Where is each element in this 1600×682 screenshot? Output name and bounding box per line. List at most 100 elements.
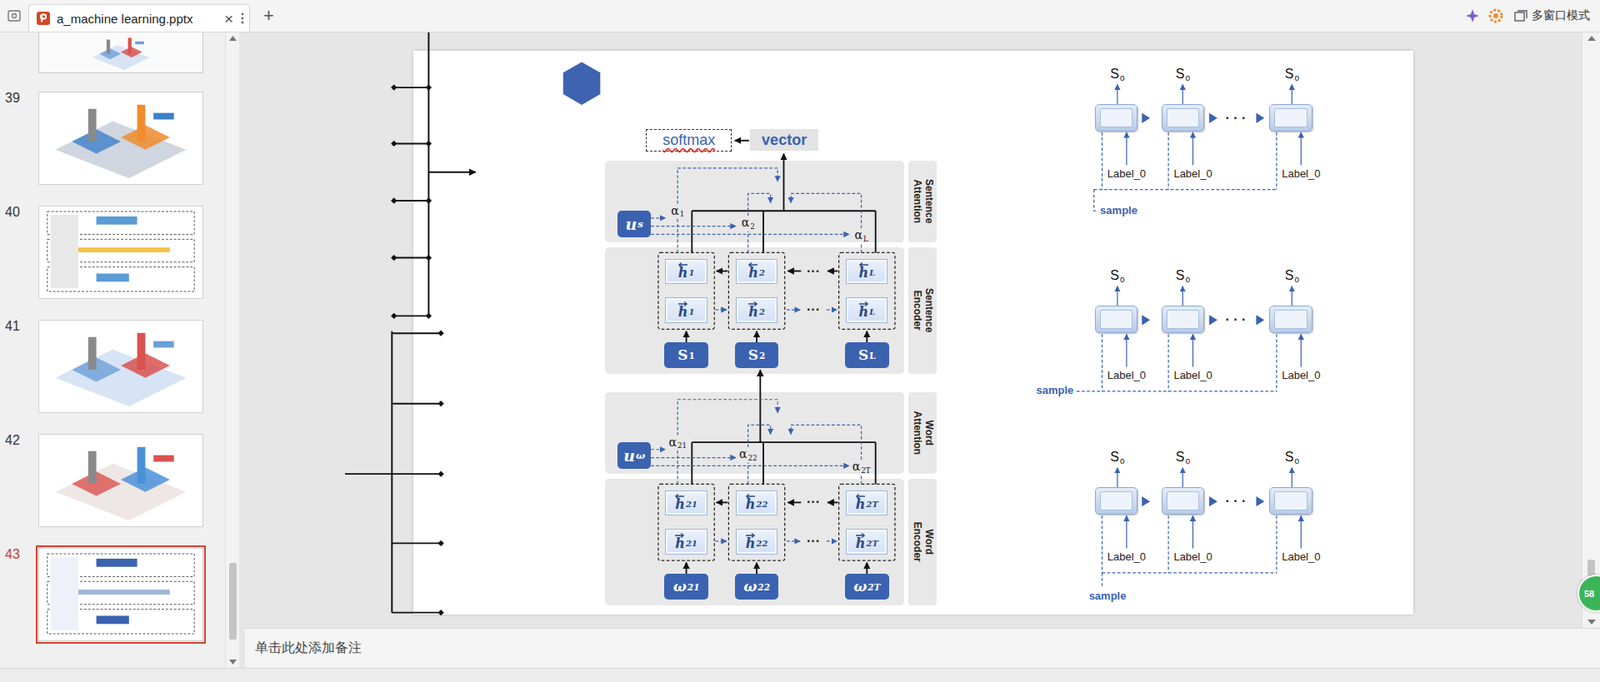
right-arrow-icon	[745, 533, 755, 539]
forward-state: h2T	[845, 529, 888, 555]
decoder-cell	[1161, 305, 1205, 334]
window-icon	[1514, 10, 1528, 22]
tab-close-button[interactable]: ×	[222, 10, 235, 27]
slide-preview	[39, 32, 203, 73]
decoder-label: Label_0	[1173, 369, 1212, 382]
forward-state: h21	[665, 529, 707, 555]
decoder-output: S0	[1175, 450, 1190, 465]
decoder-output: S0	[1175, 67, 1190, 81]
attention-label-panel: Sentence Attention	[908, 160, 937, 243]
backward-state: h1	[665, 259, 707, 285]
left-arrow-icon	[745, 494, 755, 500]
multi-window-button[interactable]: 多窗口模式	[1510, 0, 1594, 32]
decoder-cell	[1269, 104, 1312, 132]
level-connections	[650, 370, 895, 575]
slide-scrollbar[interactable]	[1581, 32, 1600, 629]
ellipsis: ···	[806, 495, 820, 510]
input-token: ω2T	[845, 574, 890, 600]
encoder-label-panel: Word Encoder	[908, 479, 937, 606]
scroll-down-icon[interactable]	[229, 660, 237, 665]
decoder-label: Label_0	[1107, 167, 1146, 180]
new-tab-button[interactable]: +	[256, 0, 281, 32]
scroll-up-icon[interactable]	[229, 35, 237, 41]
decoder-output: S0	[1110, 67, 1125, 81]
decoder-output: S0	[1285, 67, 1300, 81]
attention-weight: α1	[669, 204, 686, 219]
slide-preview	[39, 206, 203, 299]
slide-thumbnail[interactable]	[35, 431, 206, 530]
attention-label-panel: Word Attention	[908, 392, 937, 475]
hexagon-icon	[563, 62, 601, 105]
slide-thumbnail-row[interactable]: 40	[0, 203, 225, 302]
decoder-label: Label_0	[1173, 167, 1212, 180]
decoder-output: S0	[1175, 269, 1190, 283]
scroll-up-icon[interactable]	[1587, 35, 1596, 41]
ellipsis: · · ·	[1225, 312, 1247, 328]
attention-label: Word Attention	[910, 405, 935, 461]
slide-thumbnail-row[interactable]: 43	[0, 545, 225, 645]
backward-state: h2	[735, 259, 778, 285]
left-arrow-icon	[675, 494, 685, 500]
decoder-cell	[1161, 487, 1205, 515]
slide-thumbnail-row[interactable]: 42	[0, 431, 225, 530]
slide-number: 42	[0, 431, 36, 449]
input-token: SL	[845, 342, 890, 369]
context-vector: uω	[617, 442, 651, 470]
slide-thumbnail-row[interactable]: 39	[0, 89, 225, 188]
right-arrow-icon	[748, 301, 758, 307]
ellipsis: · · ·	[1225, 110, 1247, 126]
document-tab[interactable]: a_machine learning.pptx×	[28, 4, 250, 32]
attention-weight: α2	[740, 215, 757, 230]
slide-thumbnail[interactable]	[35, 203, 206, 302]
ellipsis: ···	[806, 264, 820, 280]
level-connections	[650, 154, 895, 343]
notes-pane[interactable]: 单击此处添加备注	[245, 628, 1600, 669]
softmax-box: softmax	[645, 129, 732, 152]
ellipsis: ···	[806, 534, 820, 550]
decoder-cell	[1161, 104, 1205, 132]
input-token: ω21	[664, 574, 709, 600]
sparkle-icon[interactable]	[1464, 7, 1481, 25]
decoder-cell	[1269, 487, 1312, 515]
slide-thumbnail[interactable]	[35, 545, 206, 645]
decoder-cell	[1095, 487, 1138, 515]
decoder-label: Label_0	[1281, 550, 1320, 564]
slide-thumbnail-row[interactable]: 41	[0, 317, 225, 416]
notes-placeholder[interactable]: 单击此处添加备注	[255, 640, 362, 658]
home-icon[interactable]	[6, 8, 22, 24]
right-arrow-icon	[675, 533, 685, 539]
encoder-label: Word Encoder	[910, 515, 935, 570]
decoder-label: Label_0	[1107, 369, 1146, 382]
forward-state: h1	[665, 297, 707, 324]
slide-number: 40	[0, 203, 36, 220]
sample-label: sample	[1100, 204, 1138, 217]
attention-weight: αL	[852, 228, 870, 243]
slide-canvas: Sentence AttentionSentence Encoderusα1α2…	[245, 32, 1582, 629]
more-icon[interactable]	[240, 11, 245, 25]
decoder-output: S0	[1110, 450, 1125, 465]
decoder-output: S0	[1285, 450, 1300, 465]
decoder-output: S0	[1285, 269, 1300, 283]
decoder-label: Label_0	[1107, 550, 1146, 564]
slide-thumbnail[interactable]	[38, 32, 204, 74]
decoder-label: Label_0	[1281, 167, 1320, 180]
thumbnail-scrollbar[interactable]	[225, 32, 240, 669]
backward-state: h21	[665, 490, 707, 517]
slide-preview	[39, 435, 203, 527]
slide-number: 39	[0, 89, 36, 106]
slide-thumbnail[interactable]	[35, 89, 206, 188]
scroll-thumb[interactable]	[1587, 560, 1595, 577]
encoder-label: Sentence Encoder	[910, 283, 935, 339]
decoder-cell	[1095, 305, 1138, 334]
decoder-output: S0	[1110, 269, 1125, 283]
left-arrow-icon	[748, 262, 758, 268]
slide-thumbnail[interactable]	[35, 317, 206, 416]
right-arrow-icon	[855, 533, 865, 539]
gear-icon[interactable]	[1487, 7, 1505, 25]
left-arrow-icon	[855, 494, 865, 500]
decoder-cell	[1269, 305, 1312, 334]
backward-state: h2T	[845, 490, 888, 517]
scroll-down-icon[interactable]	[1587, 620, 1596, 625]
scroll-thumb[interactable]	[229, 563, 237, 640]
presentation-window: a_machine learning.pptx×+ 多窗口模式 39 40 41 42 43…	[0, 0, 1600, 682]
